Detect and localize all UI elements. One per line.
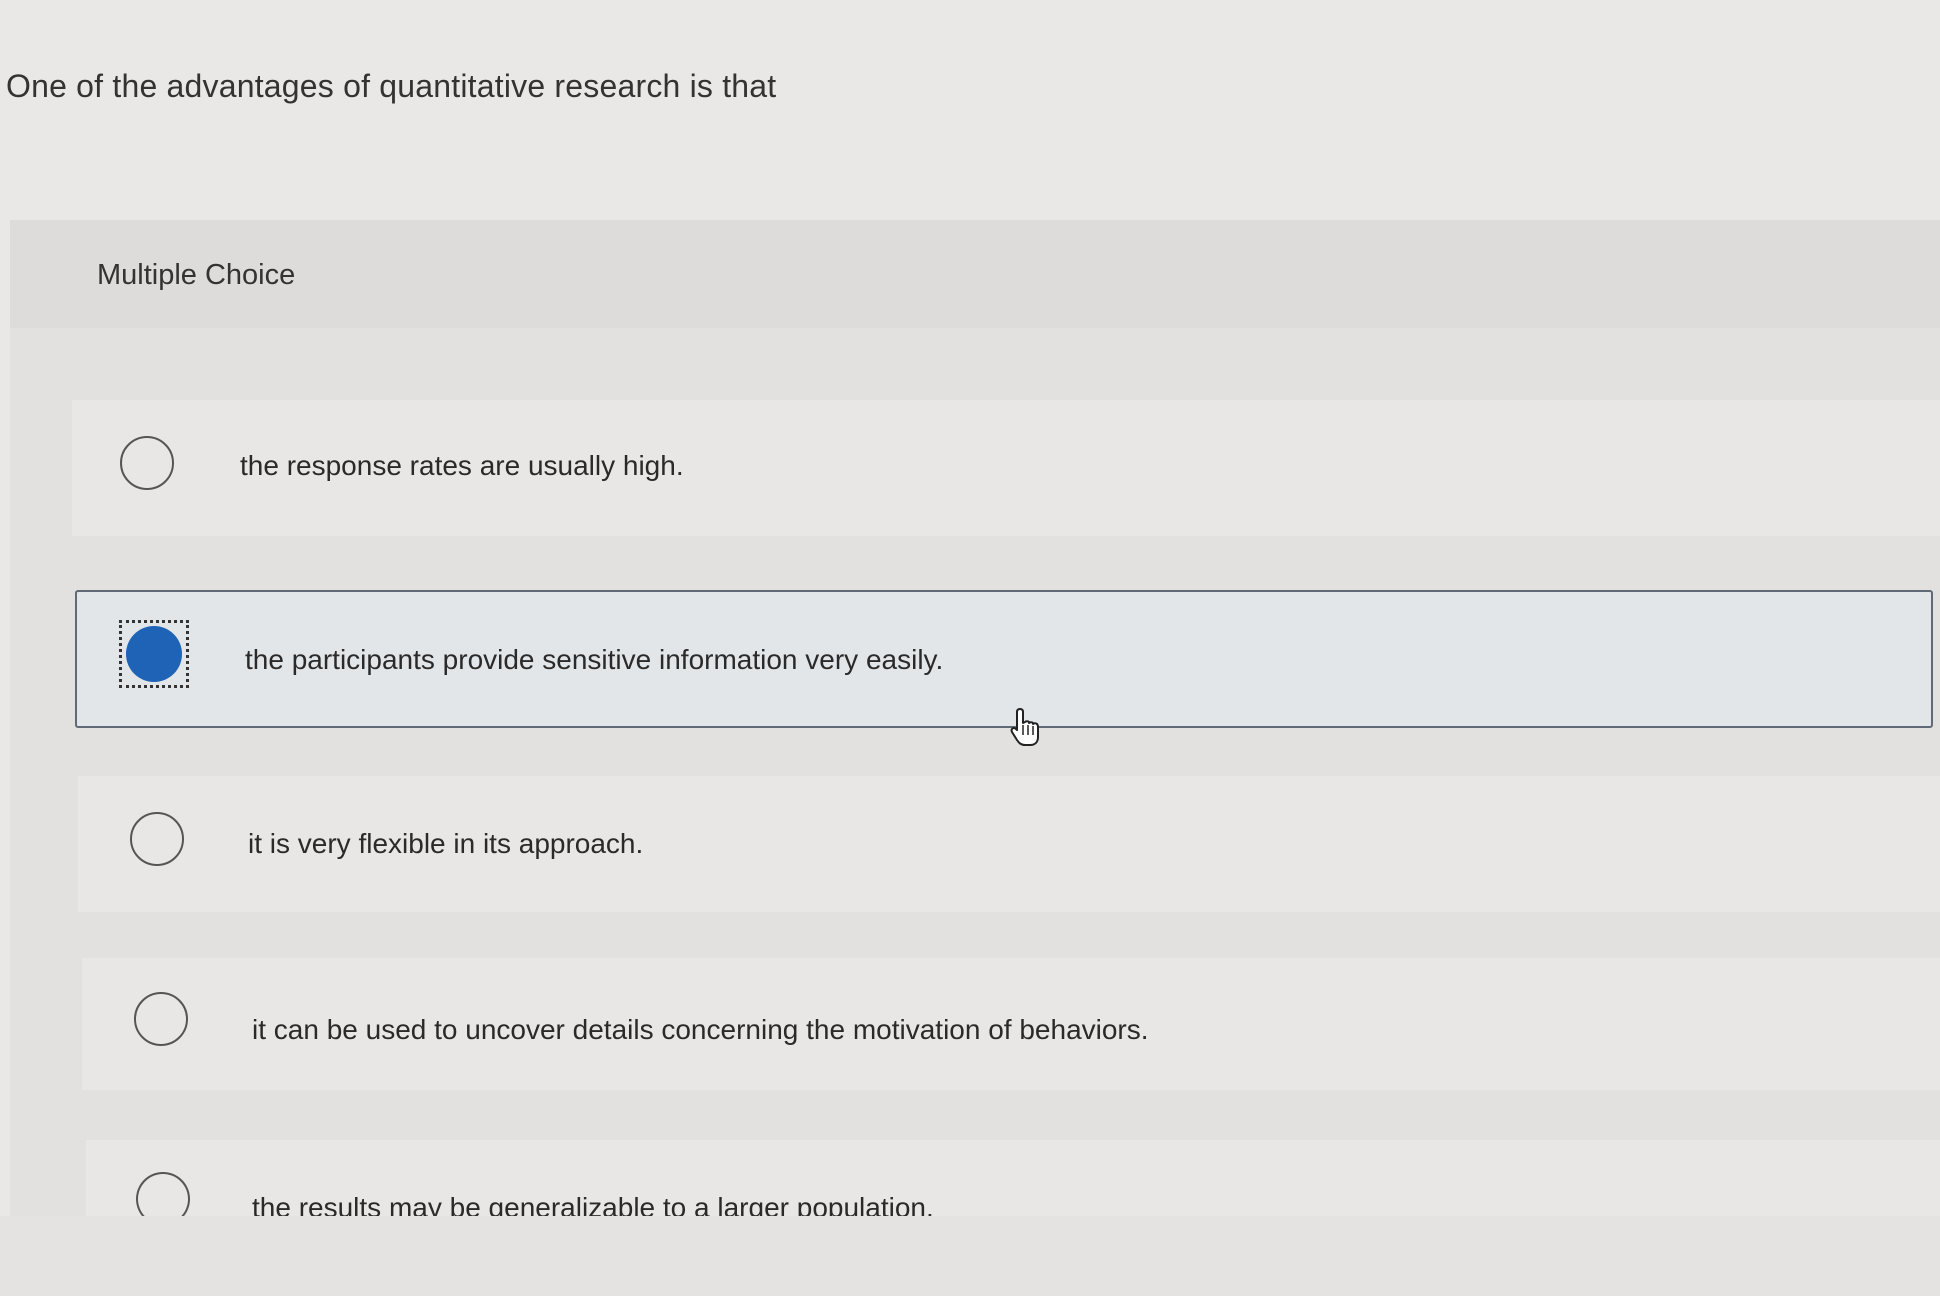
option-label: it is very flexible in its approach. [248,828,644,859]
page-bottom-shade [0,1216,1940,1296]
radio-icon[interactable] [120,436,174,490]
radio-icon[interactable] [130,812,184,866]
option-1[interactable]: the response rates are usually high. [72,400,1940,536]
option-label: the response rates are usually high. [240,450,684,481]
option-label: the participants provide sensitive infor… [245,644,944,675]
option-label: it can be used to uncover details concer… [252,1014,1149,1045]
option-2[interactable]: the participants provide sensitive infor… [75,590,1933,728]
panel-header [10,220,1940,328]
radio-selected-icon[interactable] [126,626,182,682]
hand-pointer-icon [1010,708,1039,746]
question-text: One of the advantages of quantitative re… [6,68,777,104]
panel-label: Multiple Choice [97,259,296,291]
option-3[interactable]: it is very flexible in its approach. [78,776,1940,912]
option-4[interactable]: it can be used to uncover details concer… [82,958,1940,1090]
radio-icon[interactable] [134,992,188,1046]
